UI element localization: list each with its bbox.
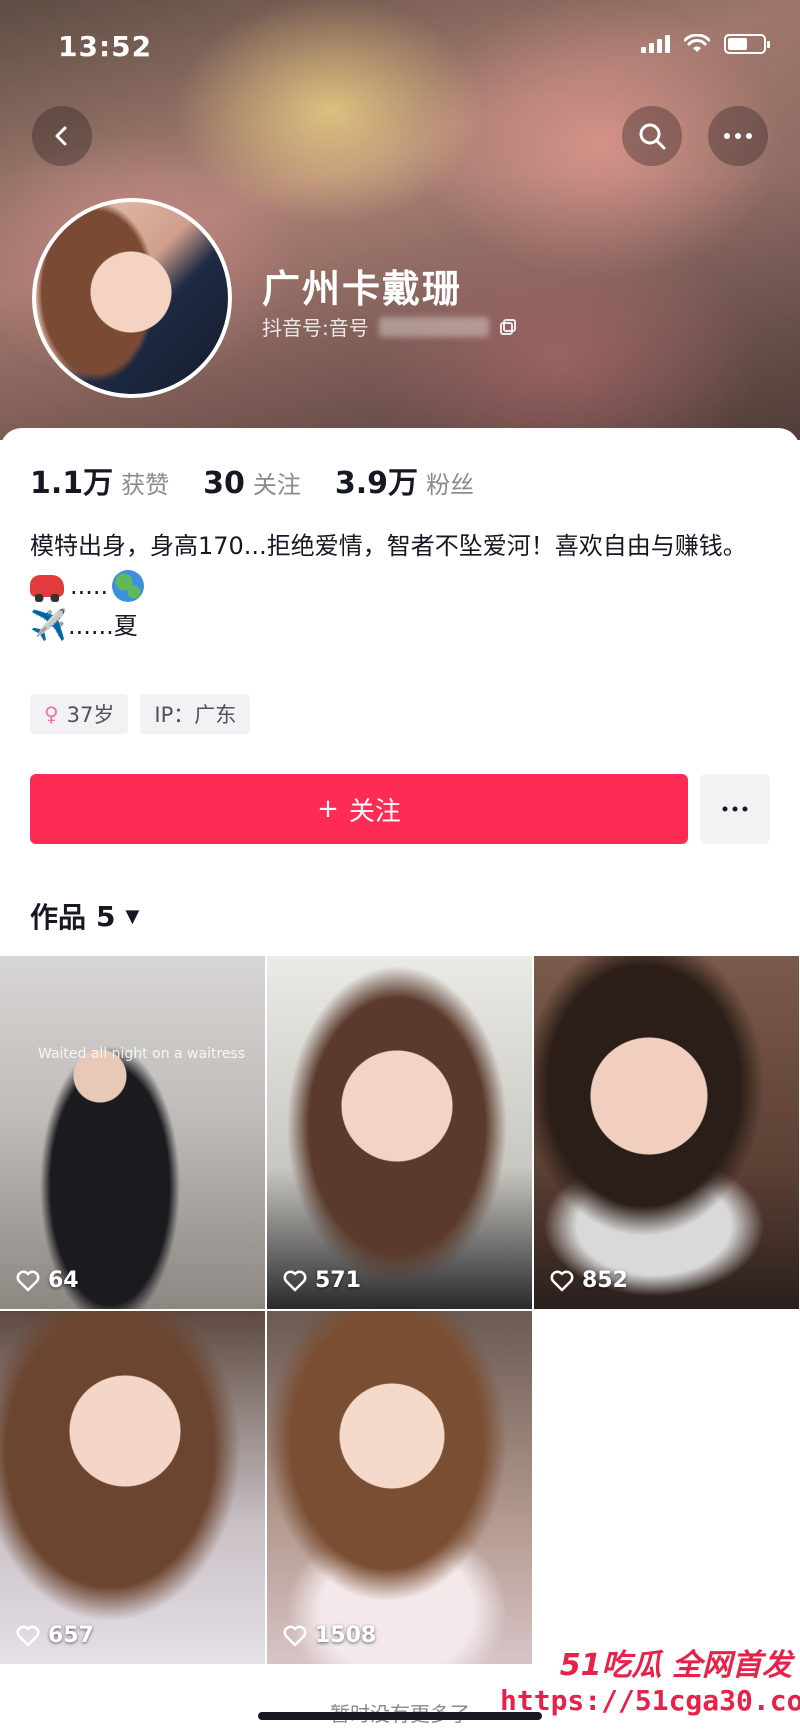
- video-tile[interactable]: Waited all night on a waitress 64: [0, 956, 265, 1309]
- like-count: 64: [16, 1268, 79, 1293]
- airplane-emoji: ✈️: [30, 608, 68, 643]
- heart-icon: [16, 1270, 40, 1291]
- watermark-brand: 51吃瓜 全网首发: [559, 1648, 792, 1683]
- more-icon: [722, 806, 748, 812]
- heart-icon: [550, 1270, 574, 1291]
- car-emoji: [30, 575, 64, 602]
- stat-value: 3.9万: [334, 466, 419, 501]
- bio-line-2-text: .....: [70, 572, 109, 600]
- video-tile[interactable]: 657: [0, 1311, 265, 1664]
- female-icon: ♀: [44, 702, 59, 726]
- globe-emoji: [112, 570, 145, 602]
- bio-line-1: 模特出身，身高170...拒绝爱情，智者不坠爱河！喜欢自由与赚钱。: [30, 532, 747, 560]
- more-actions-button[interactable]: [700, 774, 770, 844]
- battery-level: [728, 38, 747, 50]
- age-tag: ♀ 37岁: [30, 694, 129, 734]
- more-options-button[interactable]: [708, 106, 768, 166]
- status-icons: [641, 34, 770, 54]
- like-count-text: 657: [48, 1623, 94, 1648]
- stats-row: 1.1万 获赞 30 关注 3.9万 粉丝: [30, 458, 474, 502]
- video-caption: Waited all night on a waitress: [38, 1046, 246, 1062]
- more-icon: [724, 133, 752, 139]
- bio-line-3-text: ......夏: [68, 612, 138, 640]
- search-icon: [639, 123, 666, 150]
- back-arrow-icon: [55, 126, 67, 146]
- plus-icon: +: [317, 794, 339, 824]
- follow-button[interactable]: + 关注: [30, 774, 688, 844]
- tab-works[interactable]: 作品 5 ▼: [30, 896, 139, 936]
- douyin-id-label: 抖音号:音号: [262, 316, 369, 340]
- heart-icon: [283, 1270, 307, 1291]
- stat-label: 关注: [252, 471, 301, 499]
- works-label: 作品: [30, 901, 87, 934]
- like-count: 852: [550, 1268, 628, 1293]
- ip-tag: IP：广东: [140, 694, 251, 734]
- stat-likes[interactable]: 1.1万 获赞: [30, 458, 169, 502]
- video-tile[interactable]: 1508: [267, 1311, 532, 1664]
- video-tile[interactable]: 571: [267, 956, 532, 1309]
- like-count: 1508: [283, 1623, 376, 1648]
- back-button[interactable]: [32, 106, 92, 166]
- bio-line-3: ✈️ ......夏: [30, 606, 770, 646]
- search-button[interactable]: [622, 106, 682, 166]
- bio: 模特出身，身高170...拒绝爱情，智者不坠爱河！喜欢自由与赚钱。 ..... …: [30, 526, 770, 646]
- stat-label: 获赞: [121, 471, 170, 499]
- profile-name: 广州卡戴珊: [262, 267, 463, 311]
- douyin-id[interactable]: 抖音号:音号: [262, 312, 517, 341]
- like-count-text: 571: [315, 1268, 361, 1293]
- stat-following[interactable]: 30 关注: [203, 465, 301, 501]
- heart-icon: [283, 1625, 307, 1646]
- avatar[interactable]: [32, 198, 232, 398]
- copy-icon[interactable]: [499, 318, 517, 336]
- chevron-down-icon: ▼: [125, 905, 140, 927]
- like-count-text: 852: [582, 1268, 628, 1293]
- video-tile[interactable]: 852: [534, 956, 799, 1309]
- age-text: 37岁: [66, 703, 115, 727]
- works-count: 5: [96, 899, 116, 933]
- stat-value: 1.1万: [30, 466, 114, 501]
- bio-line-2: .....: [30, 566, 770, 606]
- wifi-icon: [684, 34, 710, 52]
- douyin-id-redacted: [378, 316, 489, 337]
- status-time: 13:52: [58, 30, 153, 63]
- like-count: 571: [283, 1268, 361, 1293]
- stat-value: 30: [203, 466, 245, 501]
- follow-label: 关注: [348, 796, 401, 827]
- ip-text: IP：广东: [154, 703, 237, 727]
- profile-card: 1.1万 获赞 30 关注 3.9万 粉丝 模特出身，身高170...拒绝爱情，…: [0, 428, 800, 1733]
- watermark-url: https://51cga30.com: [500, 1684, 800, 1717]
- like-count: 657: [16, 1623, 94, 1648]
- home-indicator[interactable]: [258, 1712, 542, 1720]
- signal-icon: [641, 35, 670, 53]
- stat-label: 粉丝: [426, 471, 475, 499]
- battery-icon: [724, 34, 770, 54]
- watermark: 51吃瓜 全网首发 https://51cga30.com: [500, 1640, 800, 1717]
- stat-followers[interactable]: 3.9万 粉丝: [335, 458, 474, 502]
- heart-icon: [16, 1625, 40, 1646]
- like-count-text: 1508: [315, 1623, 377, 1648]
- tags-row: ♀ 37岁 IP：广东: [30, 694, 251, 734]
- like-count-text: 64: [48, 1268, 79, 1293]
